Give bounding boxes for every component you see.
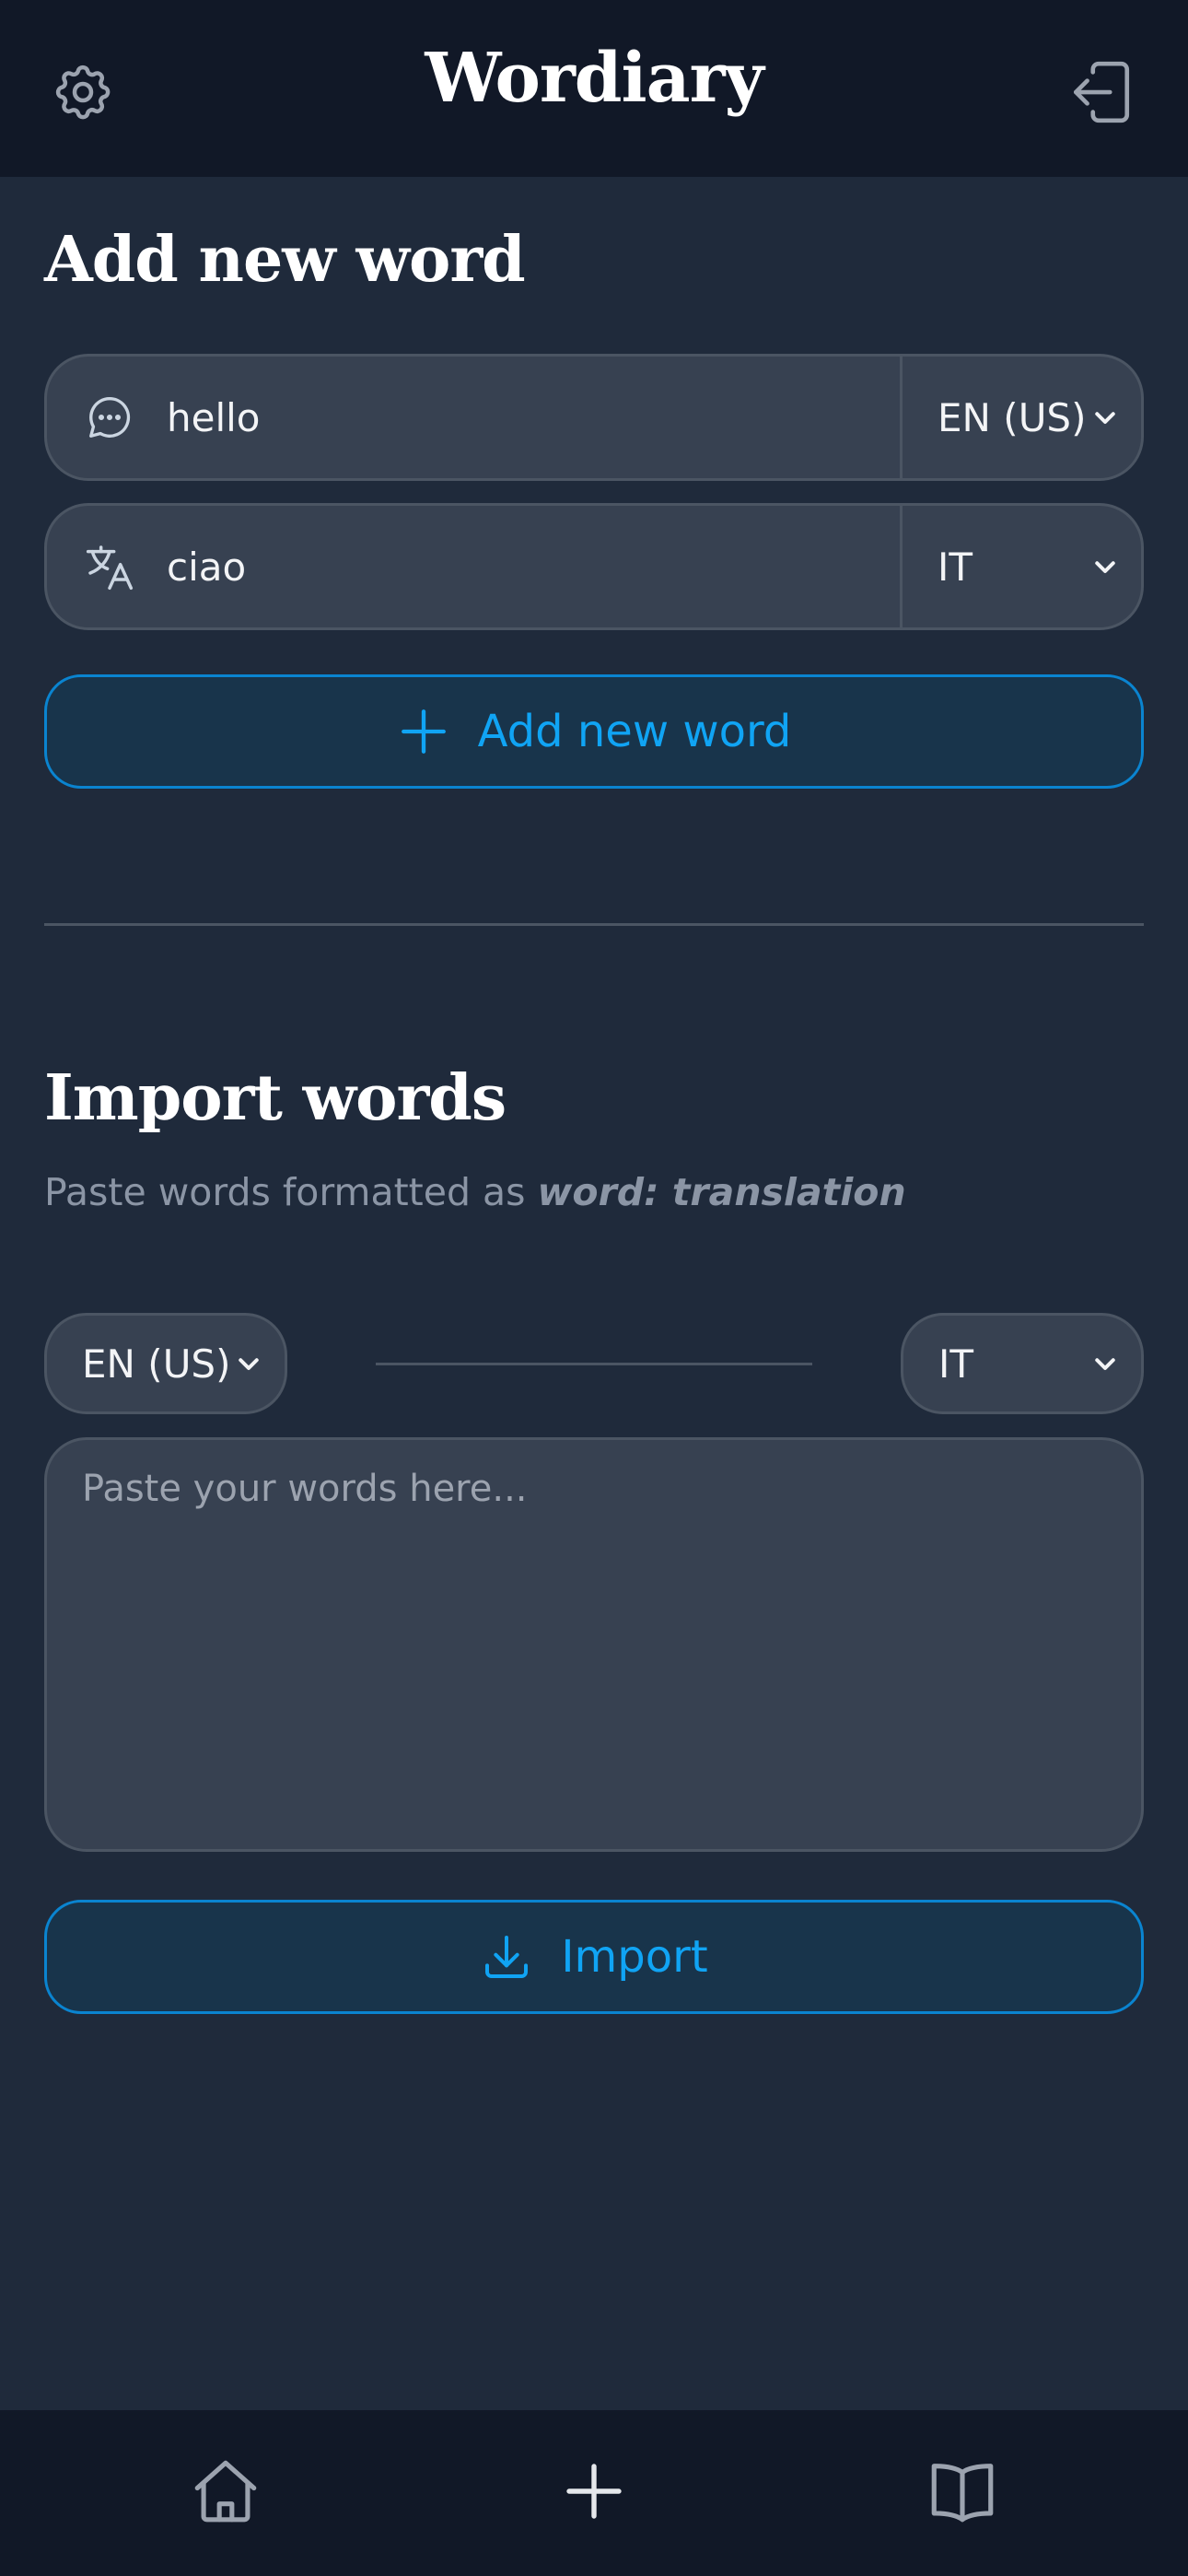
word-value: hello	[167, 394, 261, 440]
chevron-down-icon	[1095, 1358, 1115, 1370]
chat-bubble-icon	[84, 392, 135, 443]
chevron-down-icon	[1095, 561, 1115, 573]
book-icon	[931, 2464, 994, 2523]
import-target-language-select[interactable]: IT	[901, 1313, 1144, 1414]
import-words-textarea[interactable]: Paste your words here...	[44, 1437, 1144, 1852]
logout-icon	[1073, 61, 1130, 123]
nav-add-button[interactable]	[543, 2445, 645, 2537]
add-word-button-label: Add new word	[477, 706, 792, 757]
import-button[interactable]: Import	[44, 1900, 1144, 2014]
add-word-button[interactable]: Add new word	[44, 674, 1144, 789]
chevron-down-icon	[1095, 412, 1115, 424]
home-icon	[194, 2460, 257, 2523]
add-word-title: Add new word	[44, 223, 526, 297]
nav-home-button[interactable]	[175, 2445, 276, 2537]
word-language-value: EN (US)	[938, 394, 1087, 440]
translation-value: ciao	[167, 544, 247, 590]
import-source-language-select[interactable]: EN (US)	[44, 1313, 287, 1414]
app-header: Wordiary	[0, 0, 1188, 177]
import-target-language-value: IT	[938, 1341, 974, 1387]
word-language-select[interactable]: EN (US)	[900, 357, 1141, 478]
import-source-language-value: EN (US)	[82, 1341, 231, 1387]
plus-icon	[397, 705, 450, 758]
download-icon	[480, 1930, 533, 1984]
translation-input[interactable]: ciao	[47, 506, 900, 627]
plus-icon	[566, 2464, 622, 2519]
import-subtitle: Paste words formatted as word: translati…	[44, 1170, 906, 1214]
translation-language-value: IT	[938, 544, 973, 590]
translate-icon	[84, 541, 135, 592]
nav-dictionary-button[interactable]	[912, 2445, 1013, 2537]
word-row: hello EN (US)	[44, 354, 1144, 481]
translation-language-select[interactable]: IT	[900, 506, 1141, 627]
chevron-down-icon	[239, 1358, 259, 1370]
app-title: Wordiary	[425, 39, 763, 118]
language-pair-connector	[376, 1363, 812, 1365]
bottom-nav	[0, 2410, 1188, 2576]
import-title: Import words	[44, 1061, 507, 1135]
logout-button[interactable]	[1059, 53, 1144, 131]
section-divider	[44, 923, 1144, 926]
import-button-label: Import	[561, 1931, 708, 1983]
translation-row: ciao IT	[44, 503, 1144, 630]
import-format-example: word: translation	[537, 1170, 906, 1214]
word-input[interactable]: hello	[47, 357, 900, 478]
import-subtitle-prefix: Paste words formatted as	[44, 1170, 538, 1214]
import-textarea-placeholder: Paste your words here...	[82, 1468, 528, 1510]
